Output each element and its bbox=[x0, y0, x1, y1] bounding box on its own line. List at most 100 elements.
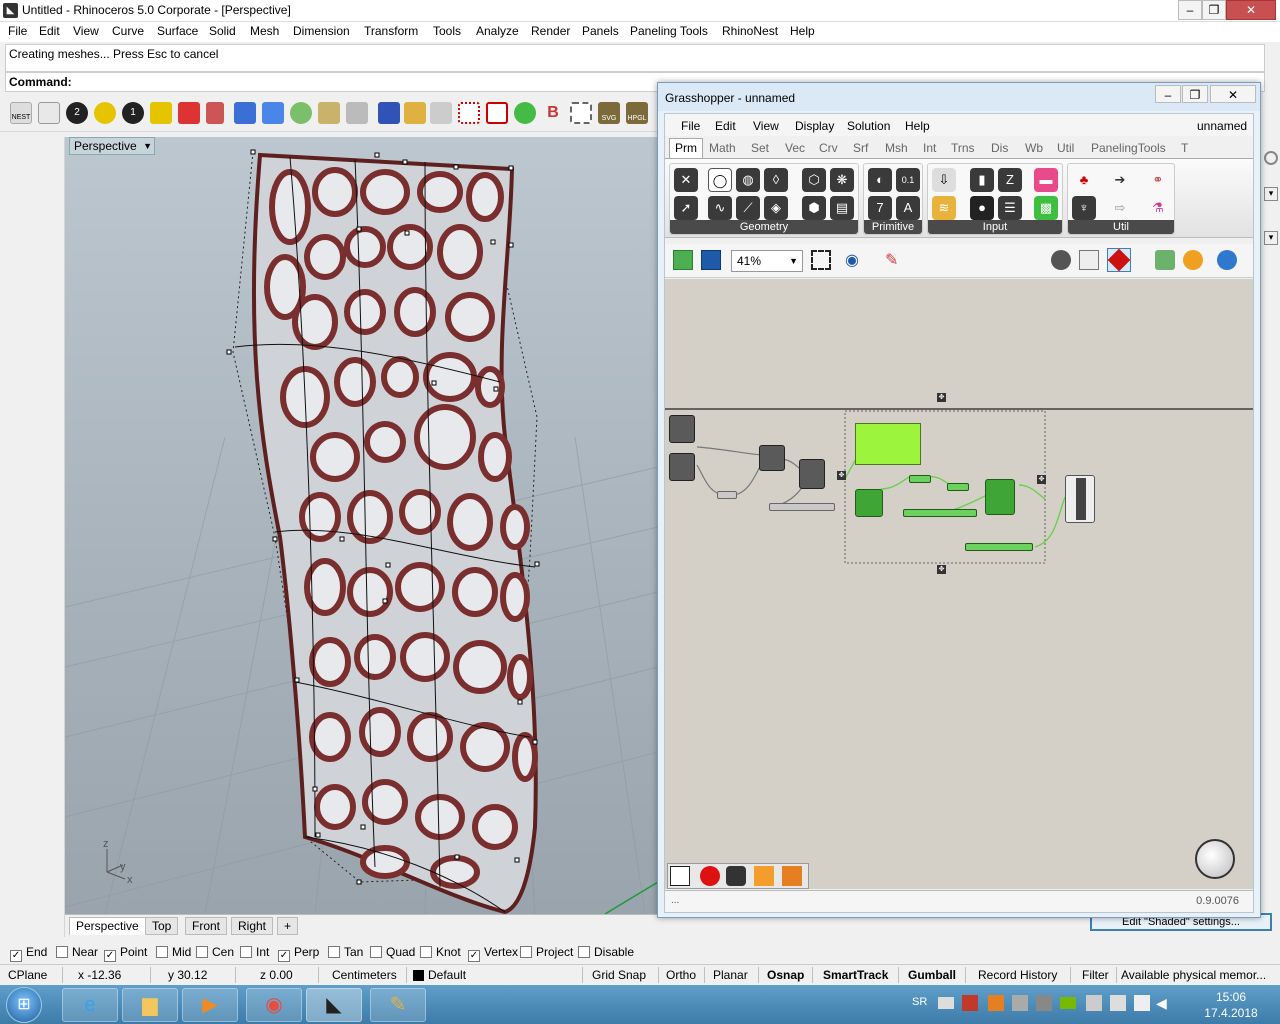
menu-render[interactable]: Render bbox=[531, 24, 570, 38]
gh-param-node[interactable] bbox=[669, 453, 695, 481]
flask-icon[interactable]: ⚗ bbox=[1146, 196, 1170, 220]
menu-paneling-tools[interactable]: Paneling Tools bbox=[630, 24, 708, 38]
value-list-icon[interactable]: ☰ bbox=[998, 196, 1022, 220]
gh-menu-help[interactable]: Help bbox=[905, 119, 930, 133]
filter-toggle[interactable]: Filter bbox=[1082, 968, 1109, 982]
grid-star-icon[interactable] bbox=[378, 102, 400, 124]
paint-icon[interactable] bbox=[178, 102, 200, 124]
osnap-end[interactable]: ✓ End bbox=[10, 945, 47, 962]
menu-tools[interactable]: Tools bbox=[433, 24, 461, 38]
download-icon[interactable] bbox=[670, 866, 690, 886]
taskbar-clock[interactable]: 15:06 17.4.2018 bbox=[1196, 989, 1266, 1021]
preview-shaded-icon[interactable] bbox=[1079, 250, 1099, 270]
import-icon[interactable]: ⇩ bbox=[932, 168, 956, 192]
leaf-icon[interactable] bbox=[290, 102, 312, 124]
field-param-icon[interactable]: ▤ bbox=[830, 196, 854, 220]
dropdown-arrow-icon-2[interactable]: ▾ bbox=[1264, 231, 1278, 245]
zoom-level-select[interactable]: 41% ▼ bbox=[731, 250, 803, 272]
color-swatch-icon[interactable]: ▩ bbox=[1034, 196, 1058, 220]
tray-app-icon-2[interactable] bbox=[1012, 995, 1028, 1011]
gh-menu-view[interactable]: View bbox=[753, 119, 779, 133]
material-icon[interactable] bbox=[1183, 250, 1203, 270]
menu-edit[interactable]: Edit bbox=[39, 24, 60, 38]
menu-rhinonest[interactable]: RhinoNest bbox=[722, 24, 778, 38]
status-layer[interactable]: Default bbox=[428, 968, 466, 982]
menu-help[interactable]: Help bbox=[790, 24, 815, 38]
one-two-icon[interactable]: 2 bbox=[66, 102, 88, 124]
gh-green-slider[interactable] bbox=[947, 483, 969, 491]
gh-tab-vec[interactable]: Vec bbox=[785, 141, 805, 155]
gh-menu-edit[interactable]: Edit bbox=[715, 119, 736, 133]
tray-app-icon-4[interactable] bbox=[1086, 995, 1102, 1011]
grasshopper-window[interactable]: Grasshopper - unnamed – ❐ ✕ File Edit Vi… bbox=[657, 82, 1261, 918]
tree-icon[interactable]: ♆ bbox=[1072, 196, 1096, 220]
ortho-toggle[interactable]: Ortho bbox=[666, 968, 696, 982]
osnap-knot[interactable]: Knot bbox=[420, 945, 461, 959]
select-box-icon[interactable] bbox=[458, 102, 480, 124]
osnap-point[interactable]: ✓ Point bbox=[104, 945, 147, 962]
gh-component-node[interactable] bbox=[799, 459, 825, 489]
checkbox-icon[interactable] bbox=[240, 946, 252, 958]
keyboard-icon[interactable] bbox=[938, 997, 954, 1009]
dashed-frame-icon[interactable] bbox=[570, 102, 592, 124]
ie-taskbar-button[interactable]: e bbox=[62, 988, 118, 1022]
osnap-toggle[interactable]: Osnap bbox=[767, 968, 804, 982]
osnap-perp[interactable]: ✓ Perp bbox=[278, 945, 319, 962]
eye-icon[interactable]: ◉ bbox=[845, 250, 869, 270]
checkbox-icon[interactable]: ✓ bbox=[104, 950, 116, 962]
checkbox-icon[interactable]: ✓ bbox=[10, 950, 22, 962]
osnap-cen[interactable]: Cen bbox=[196, 945, 234, 959]
flag-orange-icon[interactable] bbox=[754, 866, 774, 886]
gh-panel-green[interactable] bbox=[855, 423, 921, 465]
preview-selected-button[interactable] bbox=[1107, 248, 1131, 272]
gh-green-slider-long[interactable] bbox=[903, 509, 977, 517]
tag-icon[interactable] bbox=[94, 102, 116, 124]
grid-snap-toggle[interactable]: Grid Snap bbox=[592, 968, 646, 982]
rhino-taskbar-button[interactable]: ◣ bbox=[306, 988, 362, 1022]
export-icon[interactable] bbox=[782, 866, 802, 886]
cluster-icon[interactable]: ⚭ bbox=[1146, 168, 1170, 192]
viewport-title[interactable]: Perspective ▼ bbox=[69, 137, 155, 155]
chrome-taskbar-button[interactable]: ◉ bbox=[246, 988, 302, 1022]
hpgl-export-icon[interactable]: HPGL bbox=[626, 102, 648, 124]
point-param-icon[interactable]: ✕ bbox=[674, 168, 698, 192]
tab-right[interactable]: Right bbox=[231, 917, 274, 935]
boolean-param-icon[interactable]: ◐ bbox=[868, 168, 892, 192]
checkbox-icon[interactable] bbox=[328, 946, 340, 958]
minimize-button[interactable]: – bbox=[1178, 0, 1202, 20]
preview-wire-icon[interactable] bbox=[1051, 250, 1071, 270]
gh-menu-solution[interactable]: Solution bbox=[847, 119, 890, 133]
dropdown-arrow-icon[interactable]: ▾ bbox=[1264, 187, 1278, 201]
gh-tab-prm[interactable]: Prm bbox=[669, 138, 703, 158]
arrow-right-icon[interactable]: ➔ bbox=[1108, 168, 1132, 192]
tab-front[interactable]: Front bbox=[185, 917, 228, 935]
menu-curve[interactable]: Curve bbox=[112, 24, 144, 38]
red-sphere-icon[interactable] bbox=[700, 866, 720, 886]
gh-tab-trns[interactable]: Trns bbox=[951, 141, 975, 155]
group-handle-icon-2[interactable]: ✥ bbox=[937, 565, 946, 574]
circle-param-icon[interactable]: ◯ bbox=[708, 168, 732, 192]
paint-taskbar-button[interactable]: ✎ bbox=[370, 988, 426, 1022]
line-param-icon[interactable]: ⟋ bbox=[736, 196, 760, 220]
checkbox-icon[interactable] bbox=[156, 946, 168, 958]
folder-icon[interactable] bbox=[404, 102, 426, 124]
menu-mesh[interactable]: Mesh bbox=[250, 24, 279, 38]
osnap-tan[interactable]: Tan bbox=[328, 945, 363, 959]
menu-solid[interactable]: Solid bbox=[209, 24, 236, 38]
rake-icon[interactable] bbox=[318, 102, 340, 124]
gh-close-button[interactable]: ✕ bbox=[1210, 85, 1256, 103]
chevron-down-icon[interactable]: ▼ bbox=[143, 138, 152, 154]
nest-icon[interactable]: NEST bbox=[10, 102, 32, 124]
button-input-icon[interactable]: ● bbox=[970, 196, 994, 220]
menu-transform[interactable]: Transform bbox=[364, 24, 418, 38]
group-handle-left-icon[interactable]: ✥ bbox=[837, 471, 846, 480]
osnap-mid[interactable]: Mid bbox=[156, 945, 191, 959]
perspective-viewport[interactable]: z y x Perspective ▼ bbox=[65, 137, 658, 914]
arc-param-icon[interactable]: ◍ bbox=[736, 168, 760, 192]
brush-icon[interactable] bbox=[514, 102, 536, 124]
bold-b-icon[interactable]: B bbox=[542, 102, 564, 124]
gh-tab-t[interactable]: T bbox=[1181, 141, 1188, 155]
close-button[interactable]: ✕ bbox=[1226, 0, 1276, 20]
checkbox-icon[interactable]: ✓ bbox=[468, 950, 480, 962]
gh-tab-wb[interactable]: Wb bbox=[1025, 141, 1043, 155]
